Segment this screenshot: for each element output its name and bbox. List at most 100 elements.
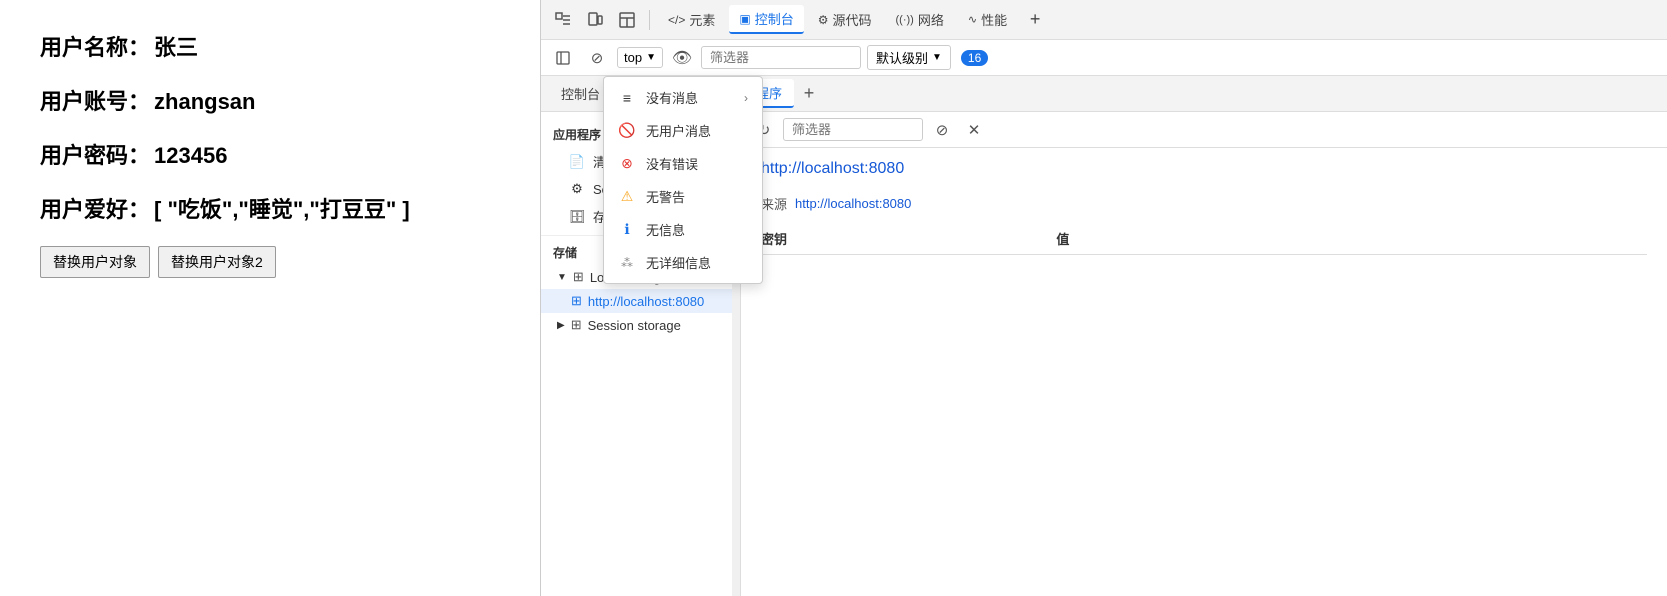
dropdown-label-no-verbose: 无详细信息 <box>646 253 711 272</box>
tab-console[interactable]: ▣ 控制台 <box>729 5 803 34</box>
dropdown-item-no-user-messages[interactable]: 🚫 无用户消息 <box>604 114 762 147</box>
grid-icon-local: ⊞ <box>573 269 584 285</box>
tab-network-label: 网络 <box>918 10 944 29</box>
eye-icon-btn[interactable]: 👁 <box>669 45 695 71</box>
toolbar-sep1 <box>649 10 650 30</box>
manifest-icon: 📄 <box>569 154 585 170</box>
dropdown-item-no-messages[interactable]: ≡ 没有消息 › <box>604 81 762 114</box>
app-main-url[interactable]: http://localhost:8080 <box>761 160 1647 178</box>
console-bar-container: ⊘ top ▼ 👁 默认级别 ▼ 16 ≡ 没有消息 › <box>541 40 1667 76</box>
replace-user-btn2[interactable]: 替换用户对象2 <box>158 246 276 278</box>
dropdown-label-no-warnings: 无警告 <box>646 187 685 206</box>
col-key-header: 密钥 <box>761 229 1056 248</box>
level-label: 默认级别 <box>876 48 928 67</box>
chevron-right-icon-session: ▶ <box>557 320 565 331</box>
service-workers-icon: ⚙ <box>569 181 585 197</box>
dropdown-item-no-verbose[interactable]: ⁂ 无详细信息 <box>604 246 762 279</box>
user-password-row: 用户密码：123456 <box>40 138 500 170</box>
warning-icon: ⚠ <box>618 188 636 206</box>
info-icon: ℹ <box>618 221 636 239</box>
origin-row: 来源 http://localhost:8080 <box>761 194 1647 213</box>
devtools-panel: </> 元素 ▣ 控制台 ⚙ 源代码 ((·)) 网络 ∿ 性能 + <box>540 0 1667 596</box>
block-icon: 🚫 <box>618 122 636 140</box>
elements-icon: </> <box>668 13 685 27</box>
app-filter-input[interactable] <box>783 118 923 141</box>
user-name-row: 用户名称：张三 <box>40 30 500 62</box>
dropdown-item-no-errors[interactable]: ⊗ 没有错误 <box>604 147 762 180</box>
verbose-icon: ⁂ <box>618 254 636 272</box>
more-tabs-btn[interactable]: + <box>1021 6 1049 34</box>
user-hobby-row: 用户爱好：[ "吃饭","睡觉","打豆豆" ] <box>40 192 500 224</box>
error-count-badge: 16 <box>961 50 988 66</box>
layout-icon <box>619 12 635 28</box>
dropdown-label-no-info: 无信息 <box>646 220 685 239</box>
app-main: http://localhost:8080 来源 http://localhos… <box>741 148 1667 596</box>
level-chevron-icon: ▼ <box>932 52 942 63</box>
filter-input[interactable] <box>701 46 861 69</box>
dropdown-menu: ≡ 没有消息 › 🚫 无用户消息 ⊗ 没有错误 ⚠ 无警告 ℹ 无信息 ⁂ <box>603 76 763 284</box>
origin-value[interactable]: http://localhost:8080 <box>795 196 911 211</box>
clear-filter-icon-btn[interactable]: ⊘ <box>929 117 955 143</box>
list-icon: ≡ <box>618 89 636 107</box>
chevron-down-icon: ▼ <box>646 52 656 63</box>
user-account-label: 用户账号： <box>40 89 150 114</box>
sources-icon: ⚙ <box>818 13 829 27</box>
user-name-value: 张三 <box>154 35 198 60</box>
top-label: top <box>624 50 642 65</box>
user-account-value: zhangsan <box>154 89 255 114</box>
error-circle-icon: ⊗ <box>618 155 636 173</box>
user-password-label: 用户密码： <box>40 143 150 168</box>
network-icon: ((·)) <box>896 14 914 26</box>
device-icon <box>587 12 603 28</box>
user-hobby-label: 用户爱好： <box>40 197 150 222</box>
storage-icon: 🗄 <box>569 209 585 225</box>
devtools-toolbar: </> 元素 ▣ 控制台 ⚙ 源代码 ((·)) 网络 ∿ 性能 + <box>541 0 1667 40</box>
origin-label: 来源 <box>761 194 787 213</box>
dropdown-item-no-info[interactable]: ℹ 无信息 <box>604 213 762 246</box>
grid-icon-url: ⊞ <box>571 293 582 309</box>
replace-user-btn1[interactable]: 替换用户对象 <box>40 246 150 278</box>
inspect-icon-btn[interactable] <box>549 6 577 34</box>
tab-elements-label: 元素 <box>689 10 715 29</box>
tab-console-label: 控制台 <box>755 9 794 28</box>
app-main-container: ↻ ⊘ ✕ http://localhost:8080 来源 http://lo… <box>741 112 1667 596</box>
buttons-row: 替换用户对象 替换用户对象2 <box>40 246 500 278</box>
close-icon-btn[interactable]: ✕ <box>961 117 987 143</box>
console-bottom-label: 控制台 <box>561 87 600 102</box>
user-hobby-value: [ "吃饭","睡觉","打豆豆" ] <box>154 197 410 222</box>
tab-elements[interactable]: </> 元素 <box>658 6 725 33</box>
console-icon: ▣ <box>739 12 750 26</box>
tab-performance-label: 性能 <box>981 10 1007 29</box>
chevron-down-icon-local: ▼ <box>557 272 567 283</box>
arrow-right-icon: › <box>744 91 748 105</box>
console-bar: ⊘ top ▼ 👁 默认级别 ▼ 16 <box>541 40 1667 76</box>
user-name-label: 用户名称： <box>40 35 150 60</box>
performance-icon: ∿ <box>968 13 977 26</box>
col-val-header: 值 <box>1056 229 1647 248</box>
session-storage-label: Session storage <box>588 318 681 333</box>
dropdown-label-no-messages: 没有消息 <box>646 88 698 107</box>
layout-icon-btn[interactable] <box>613 6 641 34</box>
ban-icon-btn[interactable]: ⊘ <box>583 44 611 72</box>
table-header: 密钥 值 <box>761 229 1647 255</box>
left-panel: 用户名称：张三 用户账号：zhangsan 用户密码：123456 用户爱好：[… <box>0 0 540 596</box>
dropdown-label-no-user-messages: 无用户消息 <box>646 121 711 140</box>
sidebar-session-storage[interactable]: ▶ ⊞ Session storage <box>541 313 739 337</box>
user-account-row: 用户账号：zhangsan <box>40 84 500 116</box>
add-bottom-tab-btn[interactable]: + <box>796 81 822 107</box>
tab-sources[interactable]: ⚙ 源代码 <box>808 6 882 33</box>
local-storage-url-label: http://localhost:8080 <box>588 294 704 309</box>
user-password-value: 123456 <box>154 143 227 168</box>
sidebar-toggle-btn[interactable] <box>549 44 577 72</box>
top-selector[interactable]: top ▼ <box>617 47 663 68</box>
level-selector[interactable]: 默认级别 ▼ <box>867 45 951 70</box>
device-icon-btn[interactable] <box>581 6 609 34</box>
sidebar-local-storage-url[interactable]: ⊞ http://localhost:8080 <box>541 289 739 313</box>
dropdown-item-no-warnings[interactable]: ⚠ 无警告 <box>604 180 762 213</box>
grid-icon-session: ⊞ <box>571 317 582 333</box>
tab-network[interactable]: ((·)) 网络 <box>886 6 954 33</box>
sidebar-toggle-icon <box>556 51 570 65</box>
dropdown-label-no-errors: 没有错误 <box>646 154 698 173</box>
tab-sources-label: 源代码 <box>833 10 872 29</box>
tab-performance[interactable]: ∿ 性能 <box>958 6 1017 33</box>
